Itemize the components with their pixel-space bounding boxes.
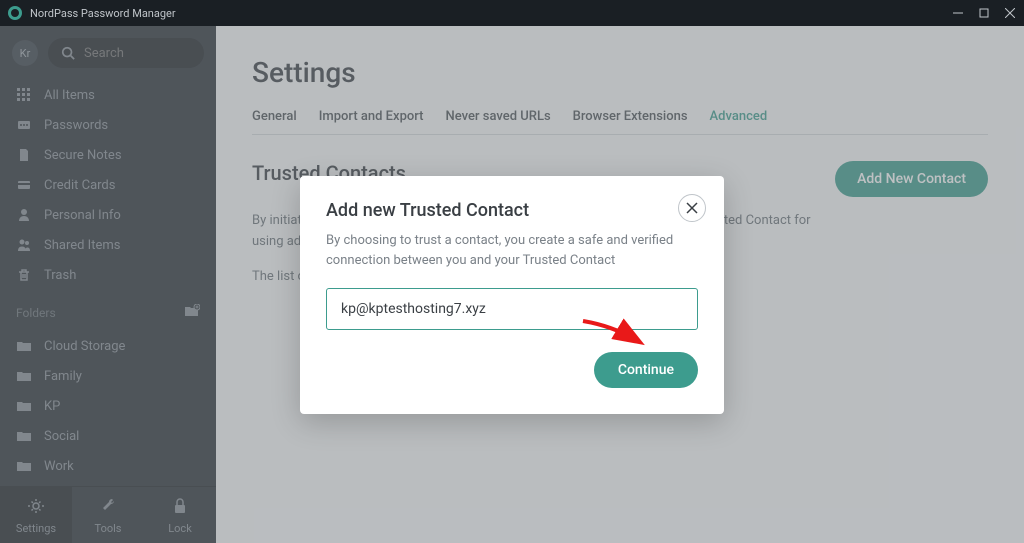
close-button[interactable]	[1004, 7, 1016, 19]
close-icon	[686, 202, 698, 214]
modal-description: By choosing to trust a contact, you crea…	[326, 231, 698, 270]
modal-title: Add new Trusted Contact	[326, 200, 698, 221]
titlebar-left: NordPass Password Manager	[8, 6, 176, 20]
continue-button[interactable]: Continue	[594, 352, 698, 388]
app-logo-icon	[8, 6, 22, 20]
maximize-button[interactable]	[978, 7, 990, 19]
titlebar: NordPass Password Manager	[0, 0, 1024, 26]
window-controls	[952, 7, 1016, 19]
app-title: NordPass Password Manager	[30, 7, 176, 20]
modal-close-button[interactable]	[678, 194, 706, 222]
add-contact-modal: Add new Trusted Contact By choosing to t…	[300, 176, 724, 414]
contact-email-input[interactable]	[326, 288, 698, 330]
minimize-button[interactable]	[952, 7, 964, 19]
modal-overlay: Add new Trusted Contact By choosing to t…	[0, 26, 1024, 543]
